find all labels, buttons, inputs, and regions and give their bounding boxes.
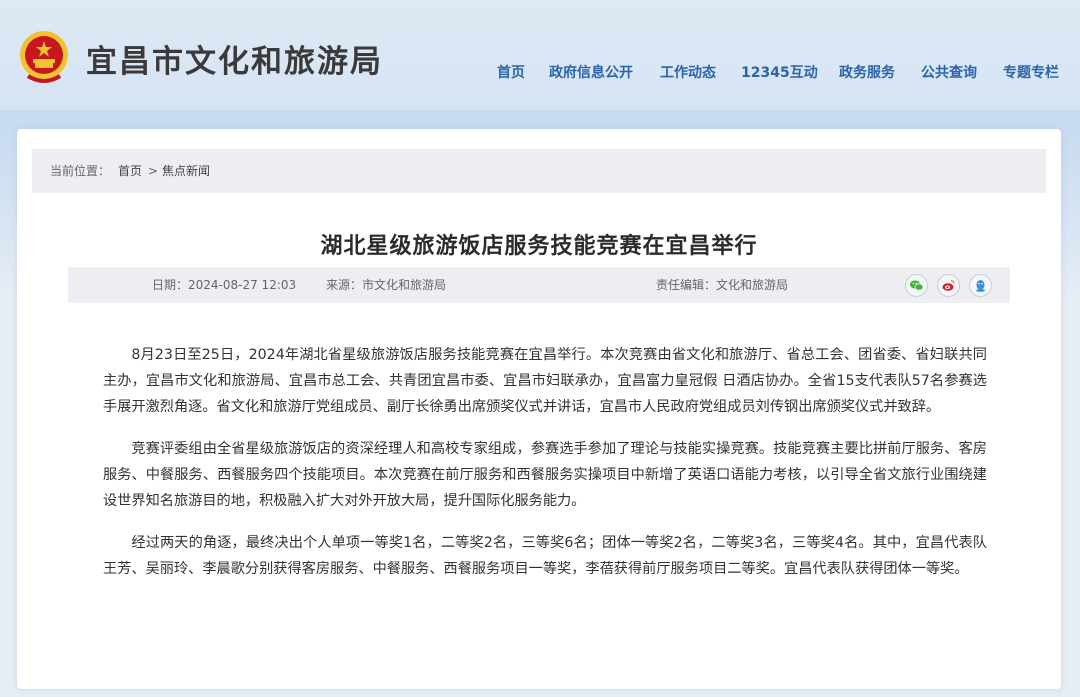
breadcrumb-prefix: 当前位置： bbox=[50, 164, 111, 178]
article-panel: 当前位置： 首页 > 焦点新闻 湖北星级旅游饭店服务技能竞赛在宜昌举行 日期：2… bbox=[17, 129, 1061, 689]
breadcrumb-current-link[interactable]: 焦点新闻 bbox=[162, 149, 210, 193]
weibo-icon[interactable] bbox=[937, 274, 960, 297]
article-title: 湖北星级旅游饭店服务技能竞赛在宜昌举行 bbox=[320, 233, 758, 259]
breadcrumb-home-link[interactable]: 首页 bbox=[118, 149, 142, 193]
breadcrumb-separator: > bbox=[148, 164, 159, 178]
article-paragraph: 8月23日至25日，2024年湖北省星级旅游饭店服务技能竞赛在宜昌举行。本次竞赛… bbox=[103, 347, 987, 415]
nav-item-public-query[interactable]: 公共查询 bbox=[921, 62, 977, 82]
article-editor: 责任编辑：文化和旅游局 bbox=[656, 278, 789, 292]
nav-item-special-topics[interactable]: 专题专栏 bbox=[1003, 62, 1059, 82]
article-meta-bar: 日期：2024-08-27 12:03 来源：市文化和旅游局 责任编辑：文化和旅… bbox=[68, 267, 1010, 303]
article-body: 8月23日至25日，2024年湖北省星级旅游饭店服务技能竞赛在宜昌举行。本次竞赛… bbox=[103, 342, 987, 598]
wechat-icon[interactable] bbox=[905, 274, 928, 297]
nav-item-gov-services[interactable]: 政务服务 bbox=[839, 62, 895, 82]
nav-item-12345[interactable]: 12345互动 bbox=[741, 62, 818, 82]
nav-item-work-news[interactable]: 工作动态 bbox=[660, 62, 716, 82]
article-paragraph: 经过两天的角逐，最终决出个人单项一等奖1名，二等奖2名，三等奖6名；团体一等奖2… bbox=[103, 535, 987, 577]
site-header: 宜昌市文化和旅游局 首页 政府信息公开 工作动态 12345互动 政务服务 公共… bbox=[0, 0, 1080, 125]
main-nav: 首页 政府信息公开 工作动态 12345互动 政务服务 公共查询 专题专栏 bbox=[0, 62, 1080, 82]
qq-icon[interactable] bbox=[969, 274, 992, 297]
article-paragraph: 竞赛评委组由全省星级旅游饭店的资深经理人和高校专家组成，参赛选手参加了理论与技能… bbox=[103, 441, 987, 509]
article-source: 来源：市文化和旅游局 bbox=[326, 278, 447, 292]
nav-item-gov-info[interactable]: 政府信息公开 bbox=[549, 62, 633, 82]
nav-item-home[interactable]: 首页 bbox=[497, 62, 525, 82]
breadcrumb: 当前位置： 首页 > 焦点新闻 bbox=[32, 149, 1046, 193]
article-date: 日期：2024-08-27 12:03 bbox=[152, 278, 297, 292]
